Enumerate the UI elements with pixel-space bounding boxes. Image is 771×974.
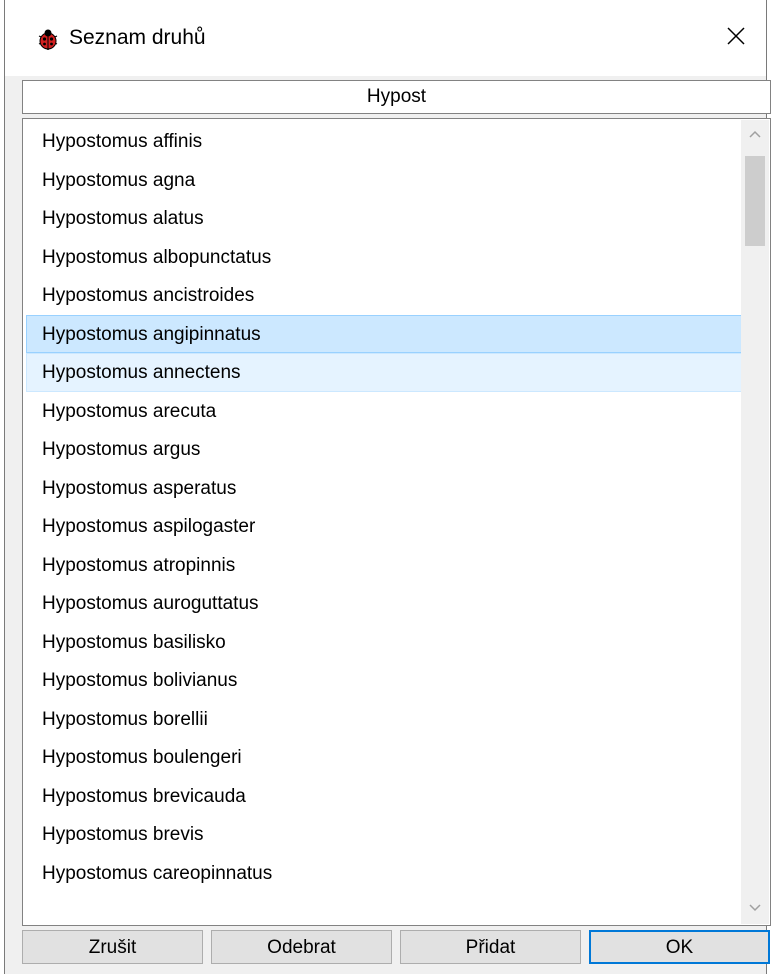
- scroll-down-button[interactable]: [741, 894, 769, 924]
- chevron-up-icon: [748, 126, 762, 144]
- list-item[interactable]: Hypostomus basilisko: [26, 623, 742, 662]
- list-item[interactable]: Hypostomus ancistroides: [26, 276, 742, 315]
- close-button[interactable]: [714, 18, 758, 58]
- button-row: Zrušit Odebrat Přidat OK: [22, 930, 771, 966]
- list-item[interactable]: Hypostomus asperatus: [26, 469, 742, 508]
- title-bar[interactable]: Seznam druhů: [5, 0, 766, 76]
- ladybug-icon: [36, 28, 60, 52]
- list-item[interactable]: Hypostomus brevicauda: [26, 777, 742, 816]
- list-item[interactable]: Hypostomus alatus: [26, 199, 742, 238]
- list-item[interactable]: Hypostomus arecuta: [26, 392, 742, 431]
- ok-button[interactable]: OK: [589, 930, 770, 964]
- list-item[interactable]: Hypostomus albopunctatus: [26, 238, 742, 277]
- list-item[interactable]: Hypostomus affinis: [26, 122, 742, 161]
- list-item[interactable]: Hypostomus bolivianus: [26, 661, 742, 700]
- list-item[interactable]: Hypostomus angipinnatus: [26, 314, 742, 353]
- scroll-thumb[interactable]: [745, 156, 765, 246]
- list-item[interactable]: Hypostomus boulengeri: [26, 738, 742, 777]
- list-item[interactable]: Hypostomus argus: [26, 430, 742, 469]
- scroll-up-button[interactable]: [741, 120, 769, 150]
- chevron-down-icon: [748, 900, 762, 918]
- vertical-scrollbar[interactable]: [741, 120, 769, 924]
- list-item[interactable]: Hypostomus careopinnatus: [26, 854, 742, 893]
- remove-button[interactable]: Odebrat: [211, 930, 392, 964]
- window-title: Seznam druhů: [69, 26, 206, 49]
- list-item[interactable]: Hypostomus agna: [26, 161, 742, 200]
- list-item[interactable]: Hypostomus borellii: [26, 700, 742, 739]
- species-listbox[interactable]: Hypostomus affinis Hypostomus agna Hyposto…: [22, 118, 771, 926]
- cancel-button[interactable]: Zrušit: [22, 930, 203, 964]
- filter-input[interactable]: [22, 80, 771, 114]
- species-list-dialog: Seznam druhů Hypostomus affinisHypostomu…: [4, 0, 771, 974]
- list-item[interactable]: Hypostomus atropinnis: [26, 546, 742, 585]
- list-item[interactable]: Hypostomus annectens: [26, 353, 742, 392]
- list-item[interactable]: Hypostomus aspilogaster: [26, 507, 742, 546]
- list-item[interactable]: Hypostomus auroguttatus: [26, 584, 742, 623]
- close-icon: [726, 26, 746, 51]
- add-button[interactable]: Přidat: [400, 930, 581, 964]
- list-item[interactable]: Hypostomus brevis: [26, 815, 742, 854]
- species-list: Hypostomus affinis Hypostomus agna Hyposto…: [26, 122, 742, 892]
